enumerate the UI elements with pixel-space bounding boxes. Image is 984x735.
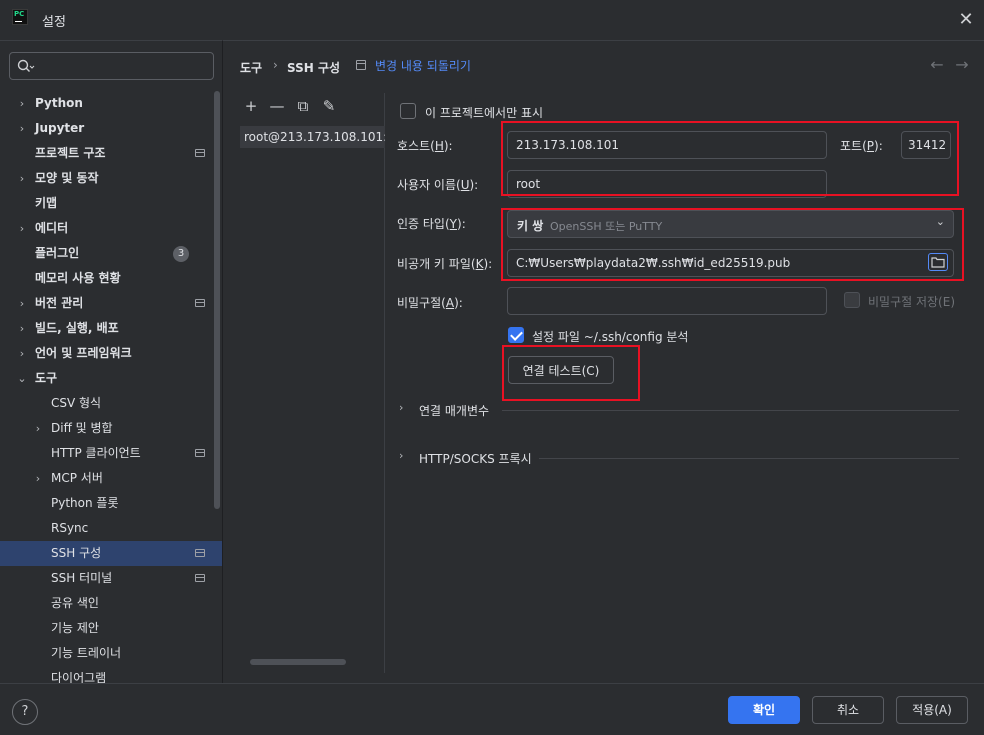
cancel-button[interactable]: 취소 xyxy=(812,696,884,724)
ssh-config-form: 이 프로젝트에서만 표시 호스트(H): 포트(P): 사용자 이름(U): 인… xyxy=(385,93,984,673)
copy-icon[interactable]: ⧉ xyxy=(294,97,312,115)
chevron-right-icon: › xyxy=(19,172,25,185)
breadcrumb-separator: › xyxy=(273,58,278,72)
chevron-right-icon: › xyxy=(19,322,25,335)
host-input[interactable] xyxy=(507,131,827,159)
ok-button[interactable]: 확인 xyxy=(728,696,800,724)
chevron-down-icon: ⌄ xyxy=(17,372,27,385)
tree-item-memory-usage[interactable]: 메모리 사용 현황 xyxy=(0,266,222,291)
forward-arrow-icon[interactable]: → xyxy=(954,55,970,74)
window-title: 설정 xyxy=(42,15,66,30)
help-icon[interactable]: ? xyxy=(12,699,38,725)
add-icon[interactable]: + xyxy=(242,97,260,115)
ssh-config-list: + — ⧉ ✎ root@213.173.108.101:31412 xyxy=(240,93,385,673)
port-input[interactable] xyxy=(901,131,951,159)
parse-config-label: 설정 파일 ~/.ssh/config 분석 xyxy=(532,330,689,344)
tree-item-python[interactable]: › Python xyxy=(0,91,222,116)
chevron-right-icon: › xyxy=(19,222,25,235)
tree-item-rsync[interactable]: RSync xyxy=(0,516,222,541)
settings-tree: › Python › Jupyter 프로젝트 구조 › 모양 및 동작 키맵 › 에디… xyxy=(0,91,222,683)
close-icon[interactable]: ✕ xyxy=(956,10,976,30)
tree-item-diff-merge[interactable]: › Diff 및 병합 xyxy=(0,416,222,441)
username-label: 사용자 이름(U): xyxy=(397,178,479,192)
proxy-section[interactable]: › HTTP/SOCKS 프록시 xyxy=(399,447,959,469)
chevron-right-icon: › xyxy=(19,297,25,310)
chevron-right-icon: › xyxy=(19,122,25,135)
tree-item-mcp-server[interactable]: › MCP 서버 xyxy=(0,466,222,491)
search-icon xyxy=(17,59,35,75)
chevron-right-icon: › xyxy=(399,401,404,414)
private-key-input[interactable] xyxy=(507,249,954,277)
list-horizontal-scrollbar[interactable] xyxy=(250,659,346,665)
project-scope-icon xyxy=(195,449,205,457)
save-passphrase-label: 비밀구절 저장(E) xyxy=(868,295,956,309)
parse-config-checkbox[interactable] xyxy=(508,327,524,343)
save-passphrase-checkbox[interactable] xyxy=(844,292,860,308)
tree-item-python-plots[interactable]: Python 플롯 xyxy=(0,491,222,516)
private-key-label: 비공개 키 파일(K): xyxy=(397,257,493,271)
tree-item-project-structure[interactable]: 프로젝트 구조 xyxy=(0,141,222,166)
tree-item-ssh-terminal[interactable]: SSH 터미널 xyxy=(0,566,222,591)
username-input[interactable] xyxy=(507,170,827,198)
auth-type-label: 인증 타입(Y): xyxy=(397,217,466,231)
pycharm-logo-icon: PC xyxy=(12,9,28,25)
tree-item-feature-suggester[interactable]: 기능 제안 xyxy=(0,616,222,641)
search-input[interactable] xyxy=(38,57,208,75)
tree-item-build-execution[interactable]: › 빌드, 실행, 배포 xyxy=(0,316,222,341)
tree-item-csv-format[interactable]: CSV 형식 xyxy=(0,391,222,416)
project-only-label: 이 프로젝트에서만 표시 xyxy=(425,106,544,120)
edit-icon[interactable]: ✎ xyxy=(320,97,338,115)
project-scope-icon xyxy=(195,299,205,307)
title-bar: PC 설정 ✕ xyxy=(0,0,984,40)
settings-sidebar: › Python › Jupyter 프로젝트 구조 › 모양 및 동작 키맵 › 에디… xyxy=(0,40,222,683)
chevron-right-icon: › xyxy=(35,422,41,435)
project-scope-icon xyxy=(195,549,205,557)
host-label: 호스트(H): xyxy=(397,139,453,153)
remove-icon[interactable]: — xyxy=(268,97,286,115)
folder-icon[interactable] xyxy=(928,253,948,271)
tree-item-keymap[interactable]: 키맵 xyxy=(0,191,222,216)
chevron-down-icon: ⌄ xyxy=(935,215,945,228)
tree-item-ssh-config[interactable]: SSH 구성 xyxy=(0,541,222,566)
sidebar-scrollbar[interactable] xyxy=(214,91,220,509)
tree-item-jupyter[interactable]: › Jupyter xyxy=(0,116,222,141)
reset-changes-link[interactable]: 변경 내용 되돌리기 xyxy=(375,57,471,74)
project-scope-icon xyxy=(356,60,366,70)
passphrase-input[interactable] xyxy=(507,287,827,315)
chevron-right-icon: › xyxy=(35,472,41,485)
back-arrow-icon[interactable]: ← xyxy=(929,55,945,74)
chevron-right-icon: › xyxy=(399,449,404,462)
connection-params-section[interactable]: › 연결 매개변수 xyxy=(399,399,959,421)
auth-type-select[interactable]: 키 쌍 OpenSSH 또는 PuTTY ⌄ xyxy=(507,210,954,238)
tree-item-version-control[interactable]: › 버전 관리 xyxy=(0,291,222,316)
tree-item-languages[interactable]: › 언어 및 프레임워크 xyxy=(0,341,222,366)
breadcrumb-current: SSH 구성 xyxy=(287,61,341,75)
tree-item-shared-indexes[interactable]: 공유 색인 xyxy=(0,591,222,616)
project-scope-icon xyxy=(195,574,205,582)
tree-item-diagrams[interactable]: 다이어그램 xyxy=(0,666,222,683)
test-connection-button[interactable]: 연결 테스트(C) xyxy=(508,356,614,384)
dialog-footer: ? 확인 취소 적용(A) xyxy=(0,683,984,735)
apply-button[interactable]: 적용(A) xyxy=(896,696,968,724)
settings-content: 도구 › SSH 구성 변경 내용 되돌리기 ← → + — ⧉ ✎ root@… xyxy=(222,40,984,683)
tree-item-editor[interactable]: › 에디터 xyxy=(0,216,222,241)
passphrase-label: 비밀구절(A): xyxy=(397,296,463,310)
tree-item-http-client[interactable]: HTTP 클라이언트 xyxy=(0,441,222,466)
tree-item-feature-trainer[interactable]: 기능 트레이너 xyxy=(0,641,222,666)
port-label: 포트(P): xyxy=(840,139,883,153)
chevron-right-icon: › xyxy=(19,347,25,360)
ssh-config-item[interactable]: root@213.173.108.101:31412 xyxy=(240,126,385,148)
tree-item-plugins[interactable]: 플러그인 3 xyxy=(0,241,222,266)
tree-item-appearance[interactable]: › 모양 및 동작 xyxy=(0,166,222,191)
tree-item-tools[interactable]: ⌄ 도구 xyxy=(0,366,222,391)
divider xyxy=(539,458,959,459)
settings-search[interactable] xyxy=(9,52,214,80)
project-scope-icon xyxy=(195,149,205,157)
plugin-updates-badge: 3 xyxy=(173,246,189,262)
breadcrumb-parent[interactable]: 도구 xyxy=(240,59,262,76)
project-only-checkbox[interactable] xyxy=(400,103,416,119)
chevron-right-icon: › xyxy=(19,97,25,110)
divider xyxy=(502,410,959,411)
